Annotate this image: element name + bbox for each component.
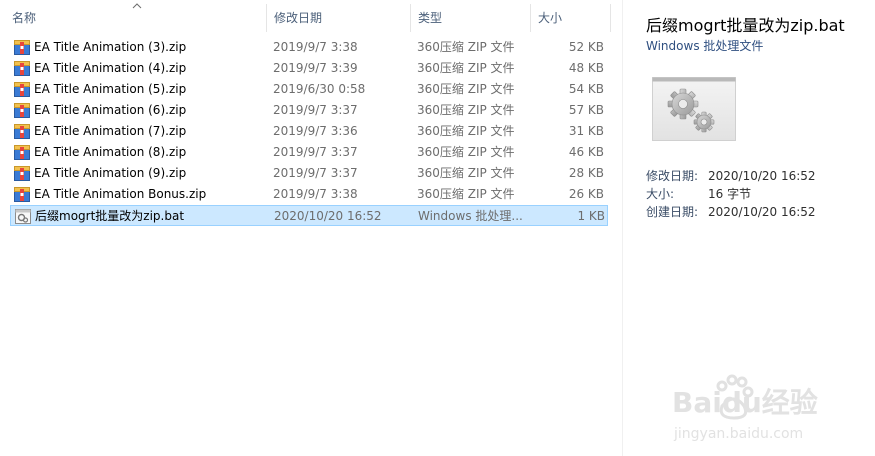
column-header-name[interactable]: 名称 xyxy=(8,0,266,36)
file-size: 28 KB xyxy=(568,166,604,180)
file-name: EA Title Animation (5).zip xyxy=(34,82,187,96)
file-type: 360压缩 ZIP 文件 xyxy=(417,145,515,159)
file-name: EA Title Animation (9).zip xyxy=(34,166,187,180)
file-name: EA Title Animation Bonus.zip xyxy=(34,187,207,201)
file-size: 52 KB xyxy=(568,40,604,54)
file-name: EA Title Animation (6).zip xyxy=(34,103,187,117)
file-row[interactable]: EA Title Animation (9).zip 2019/9/7 3:37 3… xyxy=(10,163,608,184)
file-date: 2019/9/7 3:37 xyxy=(273,145,358,159)
zip-archive-icon xyxy=(14,103,30,118)
column-divider[interactable] xyxy=(530,4,531,32)
file-row[interactable]: 后缀mogrt批量改为zip.bat 2020/10/20 16:52 Window… xyxy=(10,205,608,226)
file-type: 360压缩 ZIP 文件 xyxy=(417,103,515,117)
file-type: 360压缩 ZIP 文件 xyxy=(417,187,515,201)
file-row[interactable]: EA Title Animation (6).zip 2019/9/7 3:37 3… xyxy=(10,100,608,121)
meta-created: 创建日期: 2020/10/20 16:52 xyxy=(646,203,816,220)
meta-value: 2020/10/20 16:52 xyxy=(708,205,816,219)
zip-archive-icon xyxy=(14,145,30,160)
meta-label: 大小: xyxy=(646,187,675,201)
column-header-type[interactable]: 类型 xyxy=(414,0,530,36)
zip-archive-icon xyxy=(14,124,30,139)
file-date: 2019/9/7 3:37 xyxy=(273,166,358,180)
file-type: 360压缩 ZIP 文件 xyxy=(417,61,515,75)
meta-size: 大小: 16 字节 xyxy=(646,185,751,202)
baidu-watermark: Baidu经验 jingyan.baidu.com xyxy=(672,374,818,442)
file-row[interactable]: EA Title Animation Bonus.zip 2019/9/7 3:3… xyxy=(10,184,608,205)
zip-archive-icon xyxy=(14,61,30,76)
file-size: 57 KB xyxy=(568,103,604,117)
column-divider[interactable] xyxy=(266,4,267,32)
watermark-text: Baidu经验 xyxy=(672,386,818,419)
file-name: EA Title Animation (3).zip xyxy=(34,40,187,54)
file-type: Windows 批处理... xyxy=(418,209,523,223)
column-header-size[interactable]: 大小 xyxy=(534,0,610,36)
column-header-date[interactable]: 修改日期 xyxy=(270,0,410,36)
file-type: 360压缩 ZIP 文件 xyxy=(417,40,515,54)
file-row[interactable]: EA Title Animation (3).zip 2019/9/7 3:38 3… xyxy=(10,37,608,58)
column-divider[interactable] xyxy=(610,4,611,32)
column-divider[interactable] xyxy=(410,4,411,32)
file-list-pane: 名称 修改日期 类型 大小 EA Title Animation (3).zip… xyxy=(0,0,622,456)
zip-archive-icon xyxy=(14,82,30,97)
file-name: EA Title Animation (4).zip xyxy=(34,61,187,75)
gears-icon xyxy=(652,77,736,141)
meta-label: 修改日期: xyxy=(646,169,699,183)
file-size: 54 KB xyxy=(568,82,604,96)
preview-subtitle: Windows 批处理文件 xyxy=(646,39,764,53)
zip-archive-icon xyxy=(14,166,30,181)
zip-archive-icon xyxy=(14,40,30,55)
file-type: 360压缩 ZIP 文件 xyxy=(417,166,515,180)
watermark-url: jingyan.baidu.com xyxy=(673,426,803,442)
file-size: 1 KB xyxy=(577,209,605,223)
file-row[interactable]: EA Title Animation (4).zip 2019/9/7 3:39 3… xyxy=(10,58,608,79)
file-size: 31 KB xyxy=(568,124,604,138)
column-header-bar: 名称 修改日期 类型 大小 xyxy=(0,0,612,36)
file-date: 2019/9/7 3:38 xyxy=(273,40,358,54)
file-date: 2019/9/7 3:36 xyxy=(273,124,358,138)
file-name: 后缀mogrt批量改为zip.bat xyxy=(35,209,185,223)
file-type: 360压缩 ZIP 文件 xyxy=(417,82,515,96)
file-row[interactable]: EA Title Animation (8).zip 2019/9/7 3:37 3… xyxy=(10,142,608,163)
file-date: 2019/9/7 3:38 xyxy=(273,187,358,201)
file-row[interactable]: EA Title Animation (5).zip 2019/6/30 0:58… xyxy=(10,79,608,100)
batch-file-icon xyxy=(15,209,31,224)
file-row[interactable]: EA Title Animation (7).zip 2019/9/7 3:36 3… xyxy=(10,121,608,142)
zip-archive-icon xyxy=(14,187,30,202)
file-name: EA Title Animation (7).zip xyxy=(34,124,187,138)
file-date: 2019/9/7 3:39 xyxy=(273,61,358,75)
meta-value: 2020/10/20 16:52 xyxy=(708,169,816,183)
file-size: 46 KB xyxy=(568,145,604,159)
meta-value: 16 字节 xyxy=(708,187,752,201)
meta-modified: 修改日期: 2020/10/20 16:52 xyxy=(646,167,816,184)
preview-title: 后缀mogrt批量改为zip.bat xyxy=(646,16,845,35)
file-date: 2019/6/30 0:58 xyxy=(273,82,366,96)
meta-label: 创建日期: xyxy=(646,205,699,219)
file-date: 2019/9/7 3:37 xyxy=(273,103,358,117)
file-type: 360压缩 ZIP 文件 xyxy=(417,124,515,138)
file-name: EA Title Animation (8).zip xyxy=(34,145,187,159)
file-size: 26 KB xyxy=(568,187,604,201)
file-size: 48 KB xyxy=(568,61,604,75)
file-date: 2020/10/20 16:52 xyxy=(274,209,382,223)
